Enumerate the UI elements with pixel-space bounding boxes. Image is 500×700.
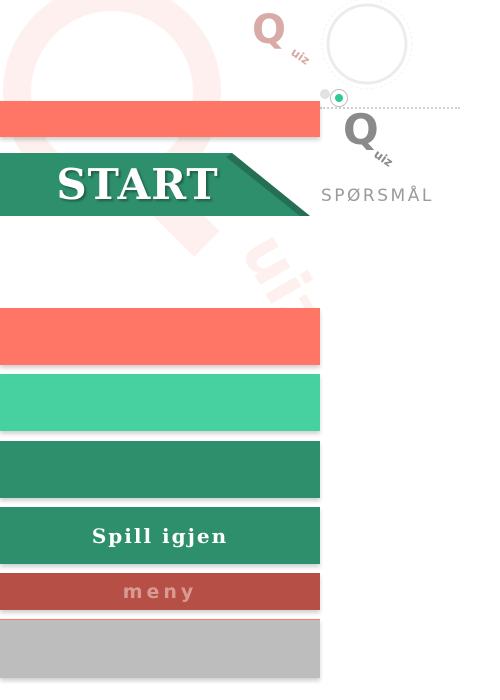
play-again-button[interactable]: Spill igjen [0,507,320,564]
logo-word: uiz [288,45,312,68]
menu-label: meny [122,580,198,603]
footer-bar [0,619,320,678]
progress-track [320,107,460,109]
progress-step-current [331,90,347,106]
logo-letter: Q [252,7,286,53]
start-button-label[interactable]: START [0,153,275,216]
answer-option-3[interactable] [0,441,320,498]
small-logo-letter: Q [343,110,379,154]
answer-option-2[interactable] [0,374,320,431]
question-label: SPØRSMÅL [321,186,434,206]
quiz-logo-small: Q uiz [343,110,395,170]
answer-option-1[interactable] [0,308,320,365]
header-bar [0,101,320,137]
progress-step-1 [320,89,330,99]
menu-button[interactable]: meny [0,573,320,610]
watermark-word: uiz [226,221,330,320]
play-again-label: Spill igjen [91,523,229,548]
